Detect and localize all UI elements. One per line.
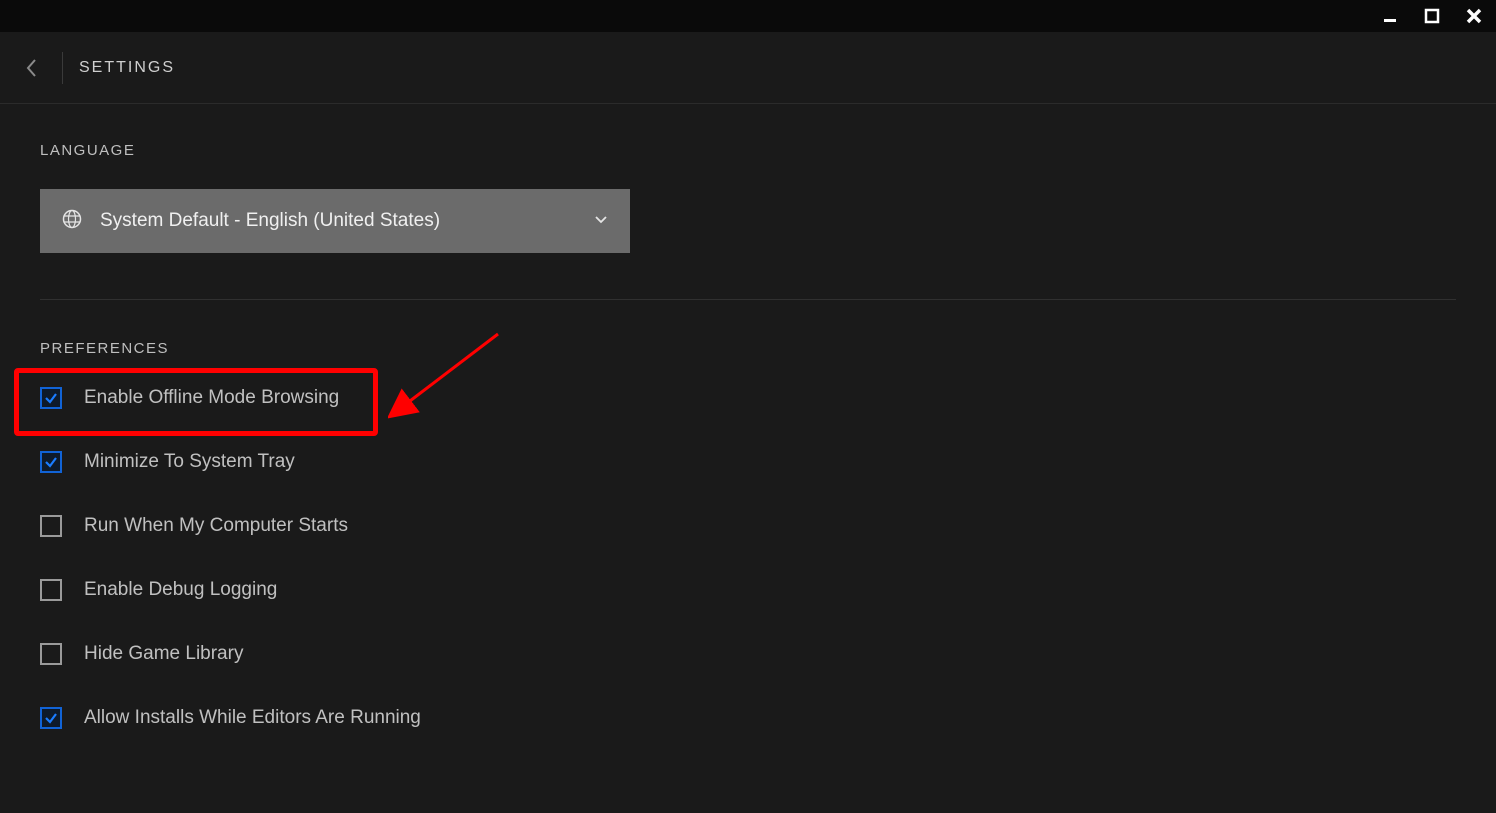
pref-label: Enable Offline Mode Browsing [84,387,339,409]
pref-label: Minimize To System Tray [84,451,295,473]
checkbox[interactable] [40,515,62,537]
checkbox[interactable] [40,643,62,665]
minimize-button[interactable] [1376,2,1404,30]
checkbox[interactable] [40,387,62,409]
pref-enable-debug-logging[interactable]: Enable Debug Logging [40,579,1456,601]
checkbox[interactable] [40,451,62,473]
content-area: LANGUAGE System Default - English (Unite… [0,104,1496,813]
pref-run-on-startup[interactable]: Run When My Computer Starts [40,515,1456,537]
globe-icon [62,209,82,234]
chevron-down-icon [594,212,608,230]
checkbox[interactable] [40,707,62,729]
check-icon [44,455,58,469]
page-title: SETTINGS [79,59,175,77]
language-selected-label: System Default - English (United States) [100,210,594,232]
preferences-section-title: PREFERENCES [40,340,1456,357]
close-button[interactable] [1460,2,1488,30]
chevron-left-icon [26,58,38,78]
language-section-title: LANGUAGE [40,142,1456,159]
preferences-list: Enable Offline Mode Browsing Minimize To… [40,387,1456,729]
titlebar [0,0,1496,32]
close-icon [1465,7,1483,25]
pref-label: Run When My Computer Starts [84,515,348,537]
language-dropdown[interactable]: System Default - English (United States) [40,189,630,253]
check-icon [44,711,58,725]
minimize-icon [1383,9,1397,23]
pref-minimize-to-tray[interactable]: Minimize To System Tray [40,451,1456,473]
pref-label: Allow Installs While Editors Are Running [84,707,421,729]
maximize-button[interactable] [1418,2,1446,30]
back-button[interactable] [18,54,46,82]
header-divider [62,52,63,84]
pref-hide-game-library[interactable]: Hide Game Library [40,643,1456,665]
pref-enable-offline-mode[interactable]: Enable Offline Mode Browsing [40,387,1456,409]
pref-label: Enable Debug Logging [84,579,277,601]
checkbox[interactable] [40,579,62,601]
pref-allow-installs-while-editors-running[interactable]: Allow Installs While Editors Are Running [40,707,1456,729]
section-divider [40,299,1456,300]
maximize-icon [1424,8,1440,24]
header: SETTINGS [0,32,1496,104]
check-icon [44,391,58,405]
pref-label: Hide Game Library [84,643,243,665]
